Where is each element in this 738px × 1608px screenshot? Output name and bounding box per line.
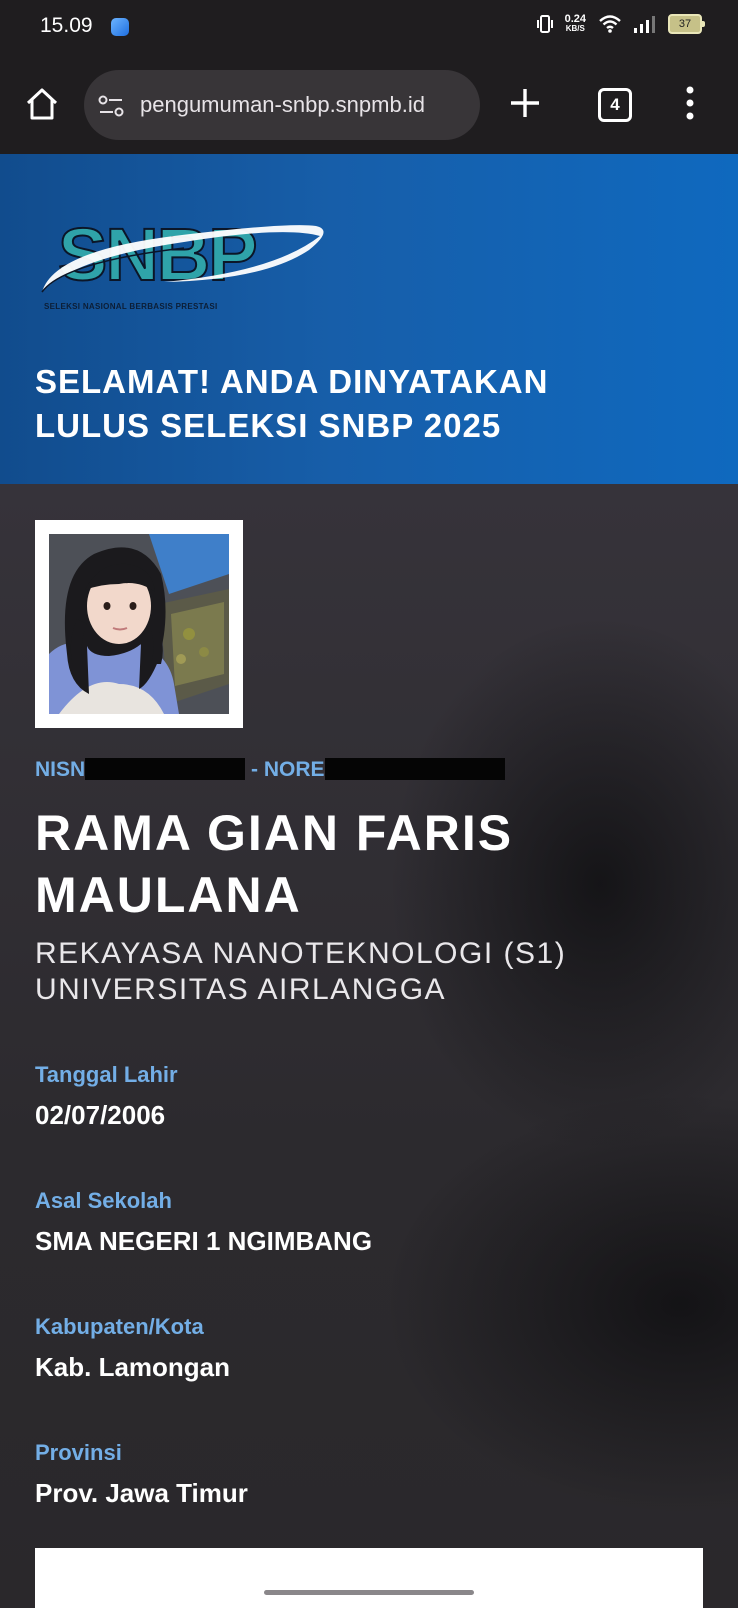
app-notification-icon <box>111 18 129 36</box>
status-indicators: 0.24 KB/S 37 <box>536 14 705 34</box>
headline-line-2: LULUS SELEKSI SNBP 2025 <box>35 407 502 444</box>
result-headline: SELAMAT! ANDA DINYATAKAN LULUS SELEKSI S… <box>35 360 715 448</box>
student-photo <box>49 534 229 714</box>
url-text[interactable]: pengumuman-snbp.snpmb.id <box>140 92 425 118</box>
birth-date-label: Tanggal Lahir <box>35 1062 178 1087</box>
study-program: REKAYASA NANOTEKNOLOGI (S1) <box>35 937 567 970</box>
id-separator: - <box>251 758 259 781</box>
student-id-line: NISN - NORE <box>35 758 505 782</box>
school-label: Asal Sekolah <box>35 1188 172 1213</box>
admission-program: REKAYASA NANOTEKNOLOGI (S1) UNIVERSITAS … <box>35 936 566 1008</box>
wifi-icon <box>599 15 621 33</box>
gesture-navigation-bar[interactable] <box>264 1590 474 1595</box>
nore-label: NORE <box>263 758 325 781</box>
university-name: UNIVERSITAS AIRLANGGA <box>35 973 447 1006</box>
student-photo-frame <box>35 520 243 728</box>
student-name-line-1: RAMA GIAN FARIS <box>35 805 514 861</box>
regency-value: Kab. Lamongan <box>35 1352 231 1382</box>
nisn-redacted <box>85 758 246 780</box>
school-value: SMA NEGERI 1 NGIMBANG <box>35 1226 373 1256</box>
new-tab-icon[interactable] <box>508 86 542 120</box>
logo-tagline: SELEKSI NASIONAL BERBASIS PRESTASI <box>44 302 218 311</box>
vibrate-icon <box>536 15 553 33</box>
snbp-logo: SNBP <box>41 212 324 297</box>
nisn-label: NISN <box>35 758 86 781</box>
nore-redacted <box>324 758 505 780</box>
network-speed: 0.24 KB/S <box>565 14 586 34</box>
browser-toolbar: pengumuman-snbp.snpmb.id 4 <box>0 56 738 154</box>
site-settings-icon[interactable] <box>98 94 124 118</box>
logo-wordmark: SNBP <box>58 213 256 296</box>
signal-icon <box>634 16 655 33</box>
birth-date-value: 02/07/2006 <box>35 1100 166 1130</box>
province-value: Prov. Jawa Timur <box>35 1478 248 1508</box>
province-label: Provinsi <box>35 1440 122 1465</box>
status-time: 15.09 <box>40 14 93 37</box>
battery-icon: 37 <box>668 14 705 34</box>
more-menu-icon[interactable] <box>686 86 694 120</box>
info-card <box>35 1548 703 1608</box>
result-banner: SNBP SELEKSI NASIONAL BERBASIS PRESTASI … <box>0 154 738 484</box>
address-bar[interactable]: pengumuman-snbp.snpmb.id <box>84 70 480 140</box>
tab-switcher-button[interactable]: 4 <box>598 88 632 122</box>
student-name: RAMA GIAN FARIS MAULANA <box>35 802 715 926</box>
status-bar: 15.09 0.24 KB/S 37 <box>0 0 738 56</box>
student-name-line-2: MAULANA <box>35 867 302 923</box>
home-icon[interactable] <box>24 86 60 122</box>
headline-line-1: SELAMAT! ANDA DINYATAKAN <box>35 363 549 400</box>
student-details: NISN - NORE RAMA GIAN FARIS MAULANA REKA… <box>0 484 738 1608</box>
network-speed-unit: KB/S <box>565 24 585 33</box>
regency-label: Kabupaten/Kota <box>35 1314 204 1339</box>
